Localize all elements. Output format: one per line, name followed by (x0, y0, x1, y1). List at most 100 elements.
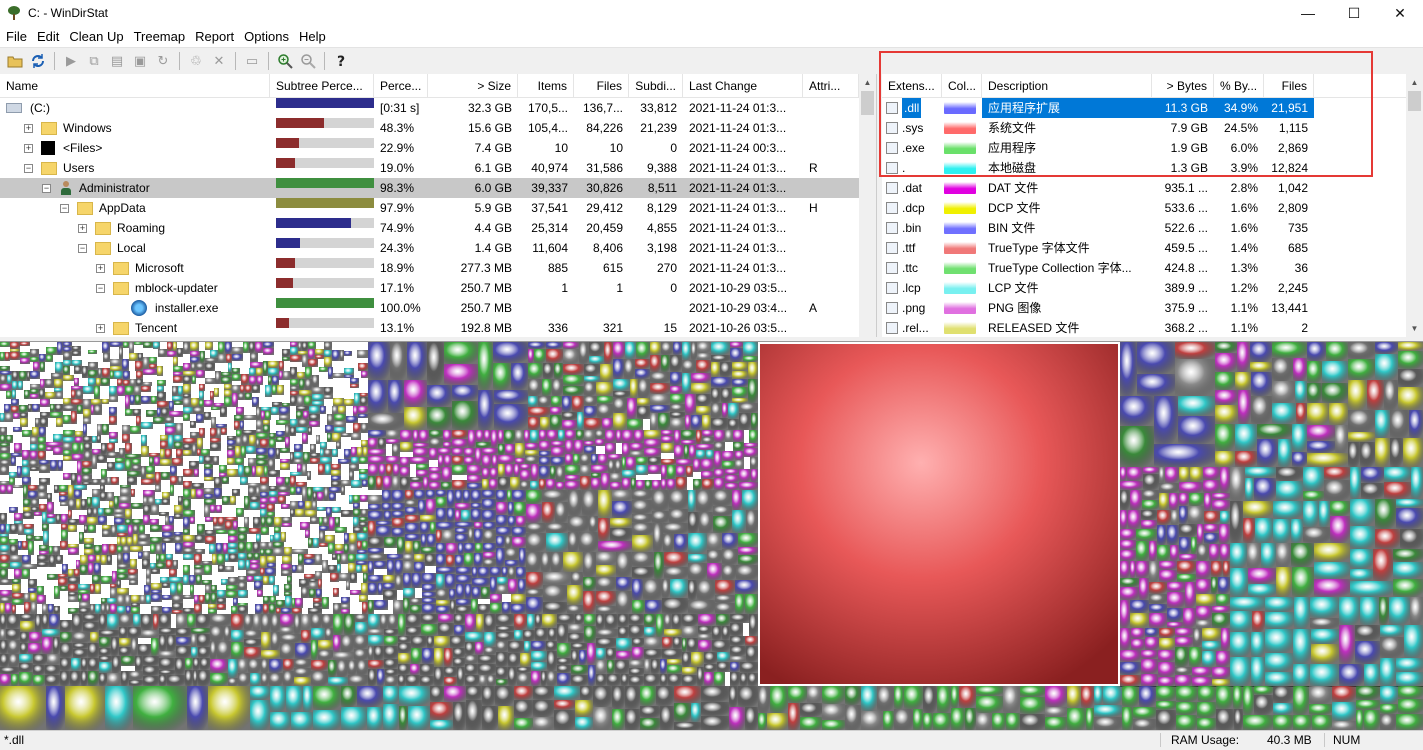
column-size[interactable]: > Size (428, 74, 518, 98)
treemap-tile[interactable] (191, 628, 210, 634)
treemap-tile[interactable] (713, 490, 732, 506)
treemap-tile[interactable] (1215, 405, 1238, 424)
treemap-tile[interactable] (254, 581, 263, 590)
treemap-tile[interactable] (307, 471, 311, 480)
treemap-tile[interactable] (12, 584, 21, 593)
zoom-in-icon[interactable] (275, 51, 295, 71)
treemap-tile[interactable] (94, 545, 102, 555)
treemap-tile[interactable] (256, 466, 264, 477)
treemap-tile[interactable] (487, 675, 496, 686)
treemap-tile[interactable] (87, 429, 97, 436)
treemap-tile[interactable] (268, 376, 272, 385)
treemap-tile[interactable] (1310, 597, 1339, 618)
treemap-tile[interactable] (45, 379, 54, 388)
treemap-tile[interactable] (280, 470, 290, 477)
treemap-tile[interactable] (284, 385, 290, 395)
treemap-tile[interactable] (290, 464, 297, 472)
treemap-tile[interactable] (202, 554, 212, 561)
treemap-tile[interactable] (102, 368, 110, 378)
treemap-tile[interactable] (281, 527, 292, 532)
treemap-tile[interactable] (121, 656, 135, 666)
treemap-tile[interactable] (341, 437, 351, 443)
treemap-tile[interactable] (305, 379, 312, 390)
treemap-tile[interactable] (125, 595, 131, 606)
treemap-tile[interactable] (242, 435, 249, 446)
treemap-tile[interactable] (339, 590, 350, 597)
treemap-tile[interactable] (1314, 543, 1350, 562)
treemap-tile[interactable] (183, 342, 190, 354)
treemap-tile[interactable] (107, 598, 117, 604)
treemap-tile[interactable] (238, 598, 248, 603)
treemap-tile[interactable] (87, 517, 98, 525)
treemap-tile[interactable] (1339, 597, 1360, 625)
treemap-tile[interactable] (248, 597, 254, 604)
collapse-icon[interactable]: − (42, 183, 51, 193)
treemap-tile[interactable] (1307, 425, 1335, 441)
treemap-tile[interactable] (196, 378, 205, 384)
treemap-tile[interactable] (308, 538, 313, 548)
treemap-tile[interactable] (331, 481, 341, 487)
treemap-tile[interactable] (74, 378, 79, 386)
treemap-tile[interactable] (276, 425, 285, 431)
tree-name-cell[interactable]: + Windows (0, 118, 270, 138)
treemap-tile[interactable] (280, 448, 290, 453)
treemap-tile[interactable] (103, 415, 109, 424)
treemap-tile[interactable] (648, 474, 661, 480)
treemap-tile[interactable] (166, 376, 173, 386)
treemap-tile[interactable] (98, 508, 104, 516)
treemap-tile[interactable] (305, 510, 317, 517)
treemap-tile[interactable] (163, 366, 173, 371)
treemap-tile[interactable] (169, 577, 183, 583)
treemap-tile[interactable] (143, 515, 150, 525)
treemap-tile[interactable] (465, 642, 475, 655)
treemap-tile[interactable] (822, 720, 845, 730)
treemap-tile[interactable] (256, 448, 268, 455)
treemap-tile[interactable] (374, 561, 387, 569)
treemap-tile[interactable] (157, 386, 164, 392)
treemap-tile[interactable] (28, 491, 38, 499)
treemap-tile[interactable] (1120, 662, 1141, 675)
treemap-tile[interactable] (271, 632, 280, 650)
treemap-tile[interactable] (1332, 702, 1356, 721)
treemap-tile[interactable] (496, 641, 508, 652)
treemap-tile[interactable] (349, 533, 357, 544)
treemap-tile[interactable] (717, 652, 730, 662)
treemap-tile[interactable] (519, 548, 526, 567)
treemap-tile[interactable] (165, 516, 169, 525)
treemap-tile[interactable] (383, 686, 399, 704)
treemap-tile[interactable] (236, 496, 244, 503)
treemap-tile[interactable] (1380, 686, 1398, 704)
treemap-tile[interactable] (644, 430, 661, 439)
treemap-tile[interactable] (190, 428, 199, 432)
treemap-tile[interactable] (1212, 493, 1230, 500)
treemap-tile[interactable] (162, 538, 174, 543)
treemap-tile[interactable] (221, 572, 228, 579)
treemap-tile[interactable] (1167, 525, 1179, 545)
treemap-tile[interactable] (166, 392, 172, 401)
treemap-tile[interactable] (7, 427, 13, 435)
treemap-tile[interactable] (131, 497, 143, 503)
treemap-tile[interactable] (311, 471, 318, 480)
treemap-tile[interactable] (1204, 511, 1220, 524)
treemap-tile[interactable] (12, 381, 18, 390)
treemap-tile[interactable] (110, 604, 117, 614)
treemap-tile[interactable] (697, 353, 711, 360)
treemap-tile[interactable] (610, 473, 622, 482)
treemap-tile[interactable] (216, 499, 222, 505)
treemap-tile[interactable] (172, 386, 178, 396)
treemap-tile[interactable] (698, 614, 716, 626)
treemap-tile[interactable] (63, 443, 72, 450)
treemap-tile[interactable] (131, 607, 140, 614)
treemap-tile[interactable] (193, 670, 198, 686)
treemap-tile[interactable] (660, 659, 667, 674)
treemap-tile[interactable] (219, 388, 224, 397)
treemap-tile[interactable] (282, 395, 290, 403)
treemap-tile[interactable] (618, 614, 629, 627)
treemap-tile[interactable] (105, 485, 114, 492)
treemap-tile[interactable] (305, 530, 310, 538)
treemap-tile[interactable] (153, 424, 160, 435)
treemap-tile[interactable] (111, 525, 117, 537)
treemap-tile[interactable] (46, 342, 57, 347)
treemap-tile[interactable] (218, 517, 225, 526)
treemap-tile[interactable] (484, 614, 496, 632)
